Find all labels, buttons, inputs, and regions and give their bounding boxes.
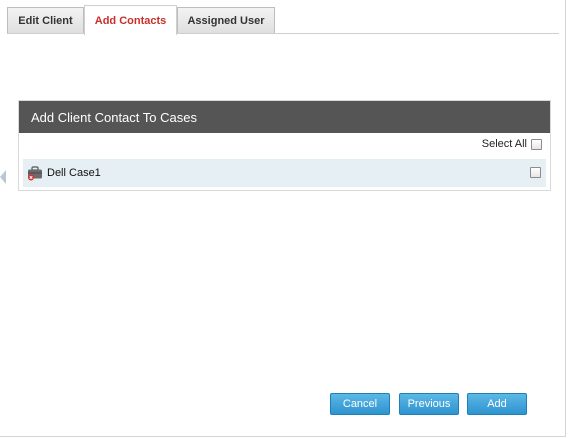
select-all: Select All	[482, 138, 542, 150]
list-item: Dell Case1	[23, 159, 546, 187]
cancel-button[interactable]: Cancel	[330, 393, 390, 415]
tab-edit-client[interactable]: Edit Client	[7, 7, 84, 34]
case-checkbox[interactable]	[530, 167, 541, 178]
add-button[interactable]: Add	[467, 393, 527, 415]
select-all-checkbox[interactable]	[531, 138, 542, 150]
previous-button[interactable]: Previous	[399, 393, 459, 415]
panel-title: Add Client Contact To Cases	[19, 101, 550, 133]
cases-panel: Add Client Contact To Cases Select All D…	[18, 100, 551, 191]
case-name: Dell Case1	[47, 167, 101, 179]
tab-add-contacts[interactable]: Add Contacts	[84, 5, 177, 35]
briefcase-icon	[27, 165, 43, 181]
page-frame	[0, 0, 566, 437]
select-all-label: Select All	[481, 138, 527, 150]
collapse-arrow-icon[interactable]	[0, 170, 6, 184]
tab-assigned-user[interactable]: Assigned User	[177, 7, 275, 34]
